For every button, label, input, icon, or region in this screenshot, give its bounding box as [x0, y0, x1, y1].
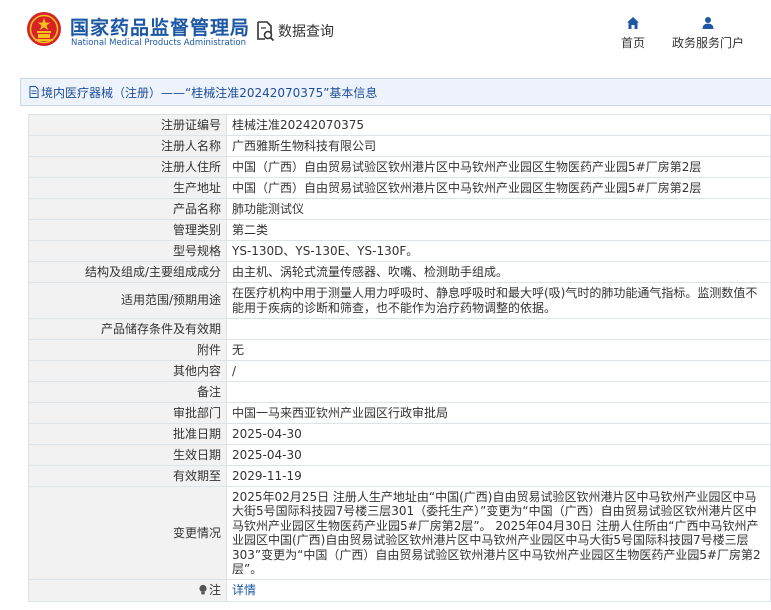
- row-label: 附件: [28, 339, 227, 361]
- row-value: 桂械注准20242070375: [226, 114, 771, 136]
- table-row: 有效期至 2029-11-19: [28, 465, 771, 487]
- table-row: 注册证编号 桂械注准20242070375: [28, 114, 771, 136]
- row-value: YS-130D、YS-130E、YS-130F。: [226, 240, 771, 262]
- national-emblem-icon: [27, 12, 61, 46]
- row-label: 生效日期: [28, 444, 227, 466]
- row-label: 注册人名称: [28, 135, 227, 157]
- row-value: 2025-04-30: [226, 423, 771, 445]
- row-label: 备注: [28, 381, 227, 403]
- table-row: 注册人名称 广西雅斯生物科技有限公司: [28, 135, 771, 157]
- row-label: 注册证编号: [28, 114, 227, 136]
- row-label: 批准日期: [28, 423, 227, 445]
- row-label: 注册人住所: [28, 156, 227, 178]
- row-label: 审批部门: [28, 402, 227, 424]
- row-label: 产品名称: [28, 198, 227, 220]
- row-label: 结构及组成/主要组成成分: [28, 261, 227, 283]
- document-icon: [29, 86, 39, 98]
- row-value: 2025年02月25日 注册人生产地址由“中国(广西)自由贸易试验区钦州港片区中…: [226, 486, 771, 580]
- row-value: 2025-04-30: [226, 444, 771, 466]
- row-value: 中国一马来西亚钦州产业园区行政审批局: [226, 402, 771, 424]
- nav-home-label: 首页: [620, 36, 645, 50]
- row-value: [226, 381, 771, 403]
- data-query-label: 数据查询: [278, 24, 334, 40]
- row-value: /: [226, 360, 771, 382]
- nav-gov-service[interactable]: 政务服务门户: [669, 16, 747, 51]
- data-query-link[interactable]: 数据查询: [255, 20, 334, 42]
- table-row: 批准日期 2025-04-30: [28, 423, 771, 445]
- table-row: 变更情况 2025年02月25日 注册人生产地址由“中国(广西)自由贸易试验区钦州…: [28, 486, 771, 580]
- nav-gov-label: 政务服务门户: [671, 36, 744, 50]
- row-label: 其他内容: [28, 360, 227, 382]
- row-label: 生产地址: [28, 177, 227, 199]
- document-search-icon: [257, 21, 275, 42]
- row-value: 广西雅斯生物科技有限公司: [226, 135, 771, 157]
- nav-home[interactable]: 首页: [616, 16, 650, 51]
- table-row: 管理类别 第二类: [28, 219, 771, 241]
- table-row: 适用范围/预期用途 在医疗机构中用于测量人用力呼吸时、静息呼吸时和最大呼(吸)气时…: [28, 282, 771, 319]
- home-icon: [627, 17, 639, 29]
- table-row: 注 详情: [28, 579, 771, 602]
- row-label: 产品储存条件及有效期: [28, 318, 227, 340]
- note-label: 注: [208, 583, 221, 597]
- table-row: 型号规格 YS-130D、YS-130E、YS-130F。: [28, 240, 771, 262]
- site-title-en: National Medical Products Administration: [71, 38, 246, 48]
- row-value: 中国（广西）自由贸易试验区钦州港片区中马钦州产业园区生物医药产业园5#厂房第2层: [226, 177, 771, 199]
- user-icon: [702, 17, 714, 29]
- table-row: 生产地址 中国（广西）自由贸易试验区钦州港片区中马钦州产业园区生物医药产业园5#厂…: [28, 177, 771, 199]
- site-header: 国家药品监督管理局 National Medical Products Admi…: [0, 0, 771, 66]
- row-label: 变更情况: [28, 486, 227, 580]
- row-value: 第二类: [226, 219, 771, 241]
- breadcrumb-text: 境内医疗器械（注册）——“桂械注准20242070375”基本信息: [41, 85, 378, 100]
- lightbulb-icon: [199, 584, 207, 595]
- table-row: 审批部门 中国一马来西亚钦州产业园区行政审批局: [28, 402, 771, 424]
- table-row: 生效日期 2025-04-30: [28, 444, 771, 466]
- note-value-cell: 详情: [226, 579, 771, 602]
- row-value: 肺功能测试仪: [226, 198, 771, 220]
- table-row: 附件无: [28, 339, 771, 361]
- record-table: 注册证编号 桂械注准20242070375 注册人名称 广西雅斯生物科技有限公司 注…: [28, 114, 771, 602]
- row-value: 中国（广西）自由贸易试验区钦州港片区中马钦州产业园区生物医药产业园5#厂房第2层: [226, 156, 771, 178]
- table-row: 备注: [28, 381, 771, 403]
- row-value: 无: [226, 339, 771, 361]
- table-row: 结构及组成/主要组成成分 由主机、涡轮式流量传感器、吹嘴、检测助手组成。: [28, 261, 771, 283]
- note-label-cell: 注: [28, 579, 227, 602]
- table-row: 其他内容 /: [28, 360, 771, 382]
- details-link[interactable]: 详情: [232, 583, 256, 597]
- row-value: 在医疗机构中用于测量人用力呼吸时、静息呼吸时和最大呼(吸)气时的肺功能通气指标。…: [226, 282, 771, 319]
- row-value: [226, 318, 771, 340]
- table-row: 产品储存条件及有效期: [28, 318, 771, 340]
- row-value: 由主机、涡轮式流量传感器、吹嘴、检测助手组成。: [226, 261, 771, 283]
- row-value: 2029-11-19: [226, 465, 771, 487]
- site-title: 国家药品监督管理局: [70, 17, 251, 39]
- row-label: 管理类别: [28, 219, 227, 241]
- row-label: 有效期至: [28, 465, 227, 487]
- row-label: 型号规格: [28, 240, 227, 262]
- row-label: 适用范围/预期用途: [28, 282, 227, 319]
- table-row: 产品名称 肺功能测试仪: [28, 198, 771, 220]
- breadcrumb: 境内医疗器械（注册）——“桂械注准20242070375”基本信息: [20, 78, 771, 106]
- table-row: 注册人住所 中国（广西）自由贸易试验区钦州港片区中马钦州产业园区生物医药产业园5#…: [28, 156, 771, 178]
